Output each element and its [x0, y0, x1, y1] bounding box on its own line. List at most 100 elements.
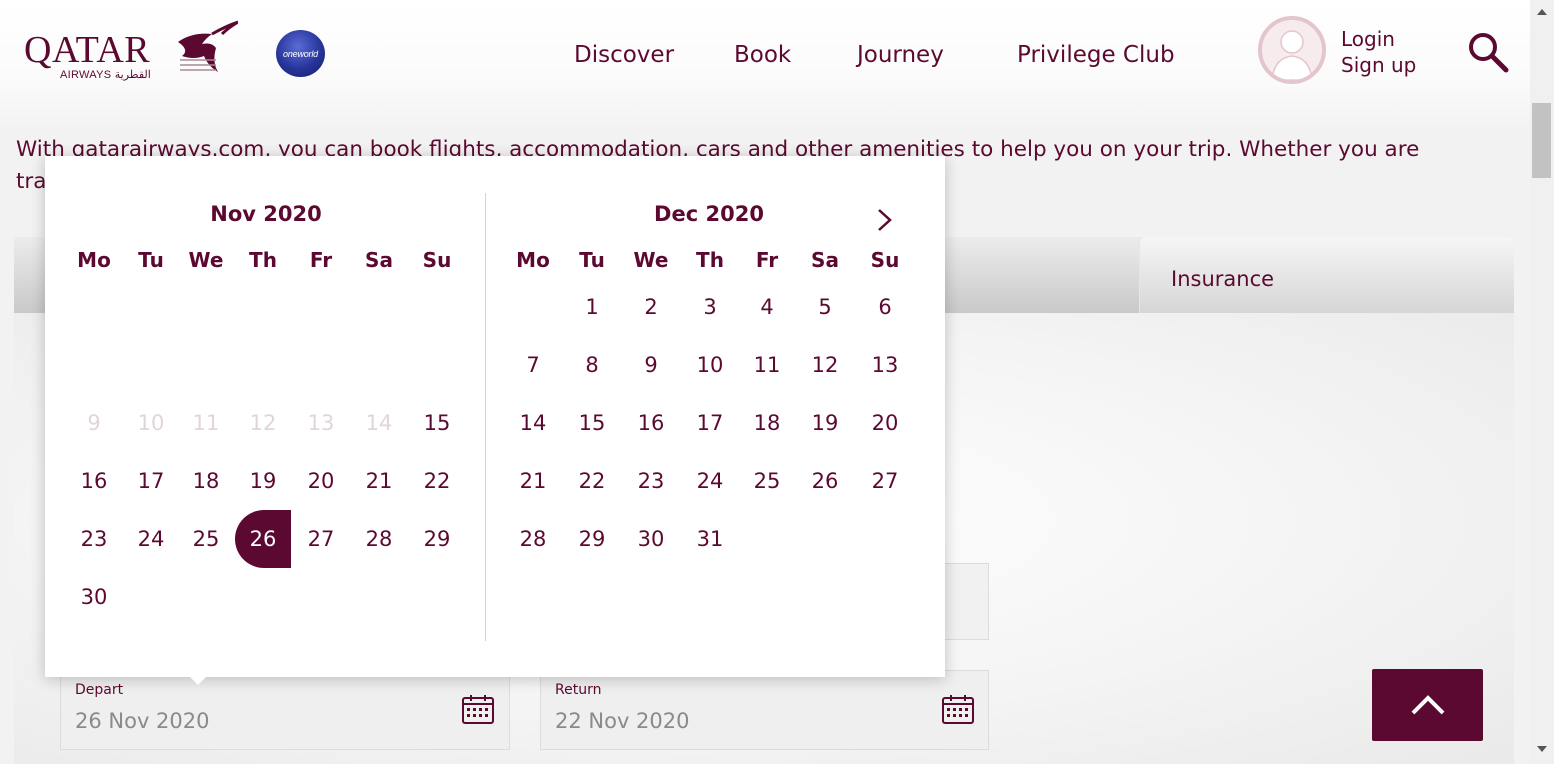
- nav-discover[interactable]: Discover: [574, 42, 674, 68]
- logo-brand: QATAR: [24, 29, 151, 71]
- page-scrollbar[interactable]: [1530, 0, 1554, 764]
- weekday-header: Sa: [365, 248, 393, 272]
- calendar-day[interactable]: 27: [293, 510, 349, 568]
- calendar-day[interactable]: 23: [623, 452, 679, 510]
- calendar-day[interactable]: 29: [409, 510, 465, 568]
- signup-link[interactable]: Sign up: [1341, 53, 1416, 77]
- calendar-day[interactable]: 16: [66, 452, 122, 510]
- nav-journey[interactable]: Journey: [857, 42, 944, 68]
- calendar-day[interactable]: 18: [178, 452, 234, 510]
- calendar-day[interactable]: 24: [123, 510, 179, 568]
- calendar-day[interactable]: 13: [857, 336, 913, 394]
- calendar-day[interactable]: 15: [564, 394, 620, 452]
- oneworld-badge[interactable]: oneworld: [276, 30, 325, 77]
- calendar-day[interactable]: 2: [623, 278, 679, 336]
- calendar-day[interactable]: 30: [623, 510, 679, 568]
- calendar-day[interactable]: 3: [682, 278, 738, 336]
- login-link[interactable]: Login: [1341, 27, 1395, 51]
- calendar-day: 9: [87, 411, 101, 435]
- calendar-day[interactable]: 9: [623, 336, 679, 394]
- return-value: 22 Nov 2020: [555, 709, 690, 733]
- chevron-up-icon: [1411, 695, 1444, 715]
- calendar-day[interactable]: 21: [505, 452, 561, 510]
- calendar-day[interactable]: 22: [564, 452, 620, 510]
- weekday-header: Su: [422, 248, 452, 272]
- nav-privilege-club[interactable]: Privilege Club: [1017, 42, 1175, 68]
- date-picker-pointer: [188, 675, 208, 685]
- calendar-icon[interactable]: [941, 693, 975, 725]
- calendar-day[interactable]: 14: [505, 394, 561, 452]
- calendar-day[interactable]: 23: [66, 510, 122, 568]
- calendar-day[interactable]: 19: [797, 394, 853, 452]
- weekday-header: We: [633, 248, 669, 272]
- weekday-header: Su: [870, 248, 900, 272]
- calendar-day[interactable]: 15: [409, 394, 465, 452]
- calendar-day[interactable]: 25: [739, 452, 795, 510]
- calendar-day[interactable]: 12: [797, 336, 853, 394]
- oryx-icon: [178, 20, 238, 72]
- calendar-day[interactable]: 28: [351, 510, 407, 568]
- tab-insurance-label: Insurance: [1171, 267, 1275, 291]
- month-title-dec: Dec 2020: [654, 202, 764, 226]
- scroll-thumb[interactable]: [1532, 103, 1551, 178]
- calendar-day[interactable]: 18: [739, 394, 795, 452]
- chevron-right-icon[interactable]: [873, 206, 897, 234]
- weekday-header: Mo: [516, 248, 550, 272]
- calendar-day[interactable]: 10: [682, 336, 738, 394]
- date-picker: Nov 2020 Dec 2020 MoTuWeThFrSaSu12345678…: [45, 156, 945, 685]
- calendar-day[interactable]: 19: [235, 452, 291, 510]
- calendar-icon[interactable]: [461, 693, 495, 725]
- calendar-day[interactable]: 4: [739, 278, 795, 336]
- calendar-day[interactable]: 11: [739, 336, 795, 394]
- depart-date-field[interactable]: Depart 26 Nov 2020: [60, 670, 510, 750]
- calendar-day[interactable]: 27: [857, 452, 913, 510]
- calendar-day[interactable]: 1: [564, 278, 620, 336]
- weekday-header: Mo: [77, 248, 111, 272]
- calendar-day: 10: [137, 411, 165, 435]
- calendar-day[interactable]: 24: [682, 452, 738, 510]
- calendar-day-selected[interactable]: 26: [235, 510, 291, 568]
- weekday-header: Fr: [755, 248, 779, 272]
- return-label: Return: [555, 682, 602, 698]
- tab-insurance[interactable]: Insurance: [1139, 237, 1514, 313]
- calendar-day[interactable]: 17: [682, 394, 738, 452]
- calendar-day[interactable]: 16: [623, 394, 679, 452]
- calendar-day[interactable]: 17: [123, 452, 179, 510]
- site-header: QATAR AIRWAYS القطرية oneworld Discover …: [0, 0, 1530, 126]
- calendar-day: 11: [192, 411, 220, 435]
- avatar[interactable]: [1258, 16, 1326, 84]
- calendar-day[interactable]: 30: [66, 568, 122, 626]
- calendar-day[interactable]: 22: [409, 452, 465, 510]
- calendar-day[interactable]: 29: [564, 510, 620, 568]
- calendar-day[interactable]: 21: [351, 452, 407, 510]
- weekday-header: Tu: [138, 248, 164, 272]
- depart-label: Depart: [75, 682, 124, 698]
- calendar-day[interactable]: 20: [857, 394, 913, 452]
- calendar-day[interactable]: 6: [857, 278, 913, 336]
- calendar-day[interactable]: 26: [797, 452, 853, 510]
- calendar-day[interactable]: 28: [505, 510, 561, 568]
- month-divider: [485, 193, 486, 641]
- calendar-day: 14: [365, 411, 393, 435]
- back-to-top-button[interactable]: [1372, 669, 1483, 741]
- calendar-day[interactable]: 5: [797, 278, 853, 336]
- nav-book[interactable]: Book: [734, 42, 791, 68]
- weekday-header: Sa: [811, 248, 839, 272]
- calendar-day[interactable]: 31: [682, 510, 738, 568]
- calendar-day[interactable]: 8: [564, 336, 620, 394]
- month-title-nov: Nov 2020: [210, 202, 322, 226]
- calendar-day[interactable]: 20: [293, 452, 349, 510]
- scroll-up-arrow-icon[interactable]: [1537, 9, 1547, 15]
- calendar-day[interactable]: 25: [178, 510, 234, 568]
- return-date-field[interactable]: Return 22 Nov 2020: [540, 670, 989, 750]
- depart-value: 26 Nov 2020: [75, 709, 210, 733]
- qatar-airways-logo[interactable]: QATAR AIRWAYS القطرية: [24, 20, 239, 86]
- weekday-header: Tu: [579, 248, 605, 272]
- calendar-day[interactable]: 7: [505, 336, 561, 394]
- weekday-header: Th: [696, 248, 724, 272]
- scroll-down-arrow-icon[interactable]: [1537, 746, 1547, 752]
- weekday-header: Fr: [309, 248, 333, 272]
- weekday-header: Th: [249, 248, 277, 272]
- calendar-day: 12: [249, 411, 277, 435]
- search-icon[interactable]: [1466, 30, 1510, 74]
